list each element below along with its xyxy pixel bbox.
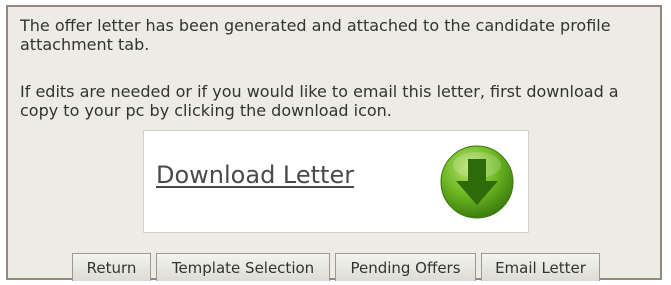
download-letter-link[interactable]: Download Letter: [156, 161, 354, 189]
email-letter-button[interactable]: Email Letter: [481, 253, 600, 281]
return-button[interactable]: Return: [72, 253, 151, 281]
generated-message: The offer letter has been generated and …: [20, 16, 611, 54]
offer-letter-dialog: The offer letter has been generated and …: [6, 5, 662, 281]
pending-offers-button[interactable]: Pending Offers: [335, 253, 476, 281]
download-instructions: If edits are needed or if you would like…: [20, 82, 619, 120]
template-selection-button[interactable]: Template Selection: [156, 253, 330, 281]
download-arrow-icon[interactable]: [440, 145, 514, 219]
download-letter-panel[interactable]: Download Letter: [143, 130, 529, 233]
